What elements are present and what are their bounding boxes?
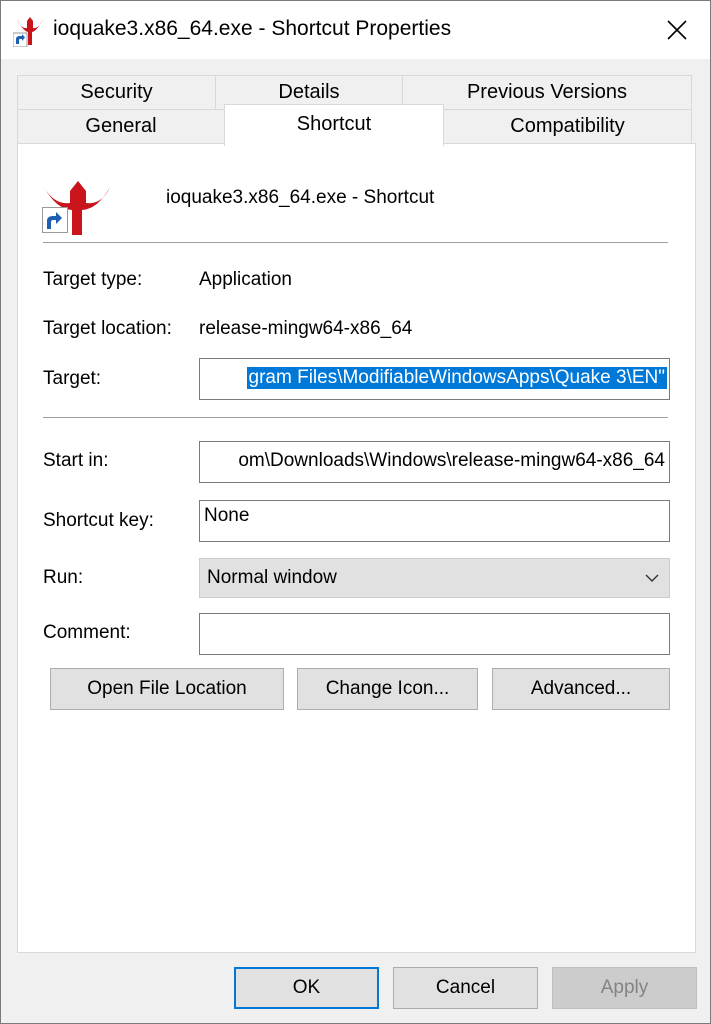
start-in-input-value: om\Downloads\Windows\release-mingw64-x86… <box>238 450 665 471</box>
cancel-label: Cancel <box>435 977 496 998</box>
shortcut-arrow-icon <box>42 207 68 233</box>
tab-shortcut[interactable]: Shortcut <box>224 104 444 146</box>
shortcut-key-input-value: None <box>204 505 250 526</box>
tab-previous-versions[interactable]: Previous Versions <box>402 75 692 109</box>
chevron-down-icon <box>645 574 659 582</box>
target-location-value: release-mingw64-x86_64 <box>199 318 413 339</box>
apply-label: Apply <box>600 977 649 998</box>
shortcut-key-input[interactable]: None <box>199 500 670 542</box>
quake3-logo-icon <box>13 17 43 47</box>
cancel-button[interactable]: Cancel <box>393 967 538 1009</box>
run-select-value: Normal window <box>207 567 337 588</box>
shortcut-key-label: Shortcut key: <box>43 510 154 531</box>
title-bar: ioquake3.x86_64.exe - Shortcut Propertie… <box>1 1 710 59</box>
change-icon-button[interactable]: Change Icon... <box>297 668 478 710</box>
tab-label: Compatibility <box>510 115 625 137</box>
properties-dialog: ioquake3.x86_64.exe - Shortcut Propertie… <box>0 0 711 1024</box>
separator <box>43 417 668 418</box>
target-type-label: Target type: <box>43 269 143 290</box>
start-in-input[interactable]: om\Downloads\Windows\release-mingw64-x86… <box>199 441 670 483</box>
target-input-value: gram Files\ModifiableWindowsApps\Quake 3… <box>246 367 667 389</box>
tab-label: Details <box>278 81 340 103</box>
tab-label: Security <box>80 81 153 103</box>
separator <box>43 242 668 243</box>
close-icon <box>667 20 687 40</box>
change-icon-label: Change Icon... <box>325 678 450 699</box>
open-file-location-label: Open File Location <box>87 678 247 699</box>
comment-input[interactable] <box>199 613 670 655</box>
apply-button[interactable]: Apply <box>552 967 697 1009</box>
target-type-value: Application <box>199 269 292 290</box>
close-button[interactable] <box>644 1 710 59</box>
start-in-label: Start in: <box>43 450 109 471</box>
comment-label: Comment: <box>43 622 131 643</box>
open-file-location-button[interactable]: Open File Location <box>50 668 284 710</box>
tab-compatibility[interactable]: Compatibility <box>443 109 692 143</box>
tab-general[interactable]: General <box>17 109 225 143</box>
shortcut-tab-panel: ioquake3.x86_64.exe - Shortcut Target ty… <box>17 143 696 953</box>
tab-label: General <box>85 115 157 137</box>
ok-button[interactable]: OK <box>234 967 379 1009</box>
run-select[interactable]: Normal window <box>199 558 670 598</box>
target-label: Target: <box>43 368 102 389</box>
shortcut-name: ioquake3.x86_64.exe - Shortcut <box>166 187 435 208</box>
ok-label: OK <box>292 977 321 998</box>
tab-label: Previous Versions <box>466 81 628 103</box>
target-location-label: Target location: <box>43 318 172 339</box>
window-title: ioquake3.x86_64.exe - Shortcut Propertie… <box>53 17 452 40</box>
tab-security[interactable]: Security <box>17 75 216 109</box>
tab-label: Shortcut <box>296 113 372 135</box>
run-label: Run: <box>43 567 84 588</box>
advanced-button[interactable]: Advanced... <box>492 668 670 710</box>
advanced-label: Advanced... <box>530 678 632 699</box>
target-input[interactable]: gram Files\ModifiableWindowsApps\Quake 3… <box>199 358 670 400</box>
